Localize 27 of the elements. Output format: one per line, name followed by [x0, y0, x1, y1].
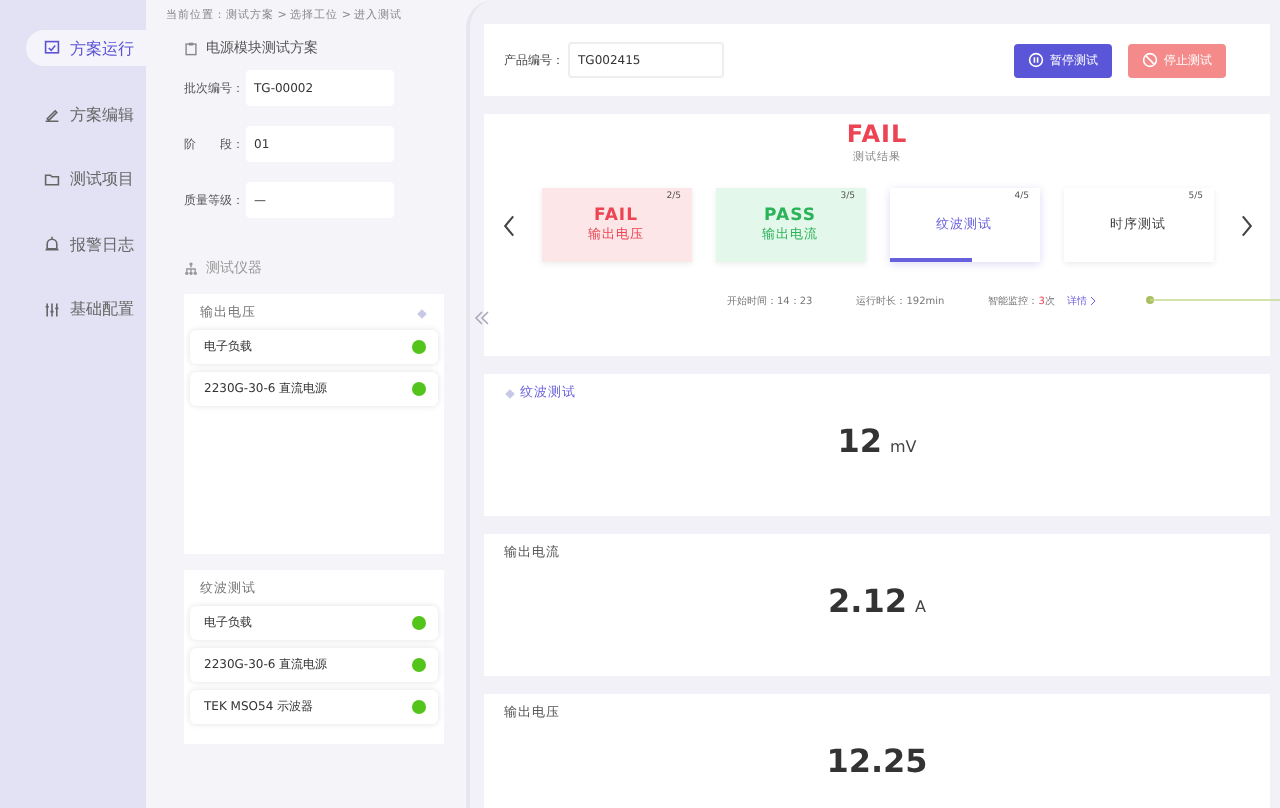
measurement-value: 12 — [837, 422, 882, 460]
chevron-left-icon[interactable] — [501, 211, 517, 239]
measurement-unit: mV — [890, 438, 917, 456]
step-verdict: FAIL — [594, 206, 638, 226]
sidebar-item[interactable]: 方案编辑 — [26, 97, 146, 131]
sidebar-item[interactable]: 报警日志 — [26, 227, 146, 261]
pencil-icon — [44, 106, 60, 122]
hierarchy-icon — [184, 261, 198, 275]
pause-icon — [1028, 52, 1044, 68]
prohibited-icon — [1142, 52, 1158, 68]
folder-icon — [44, 171, 60, 187]
leader-line — [1143, 294, 1280, 306]
sliders-icon — [44, 301, 60, 317]
chevron-right-icon[interactable] — [1090, 296, 1097, 306]
diamond-icon — [504, 387, 516, 399]
sidebar-item[interactable]: 测试项目 — [26, 162, 146, 196]
step-verdict: PASS — [764, 206, 816, 226]
bell-icon — [44, 236, 60, 252]
sidebar-item[interactable]: 基础配置 — [26, 292, 146, 326]
measurement-value: 2.12 — [828, 582, 907, 620]
measurement-unit: A — [915, 598, 926, 616]
chevron-right-icon[interactable] — [1237, 211, 1253, 239]
clipboard-icon — [184, 41, 198, 55]
diamond-icon — [416, 307, 428, 319]
sidebar-item[interactable]: 方案运行 — [26, 30, 146, 66]
measurement-value: 12.25 — [826, 742, 928, 780]
result-verdict: FAIL — [846, 120, 908, 148]
